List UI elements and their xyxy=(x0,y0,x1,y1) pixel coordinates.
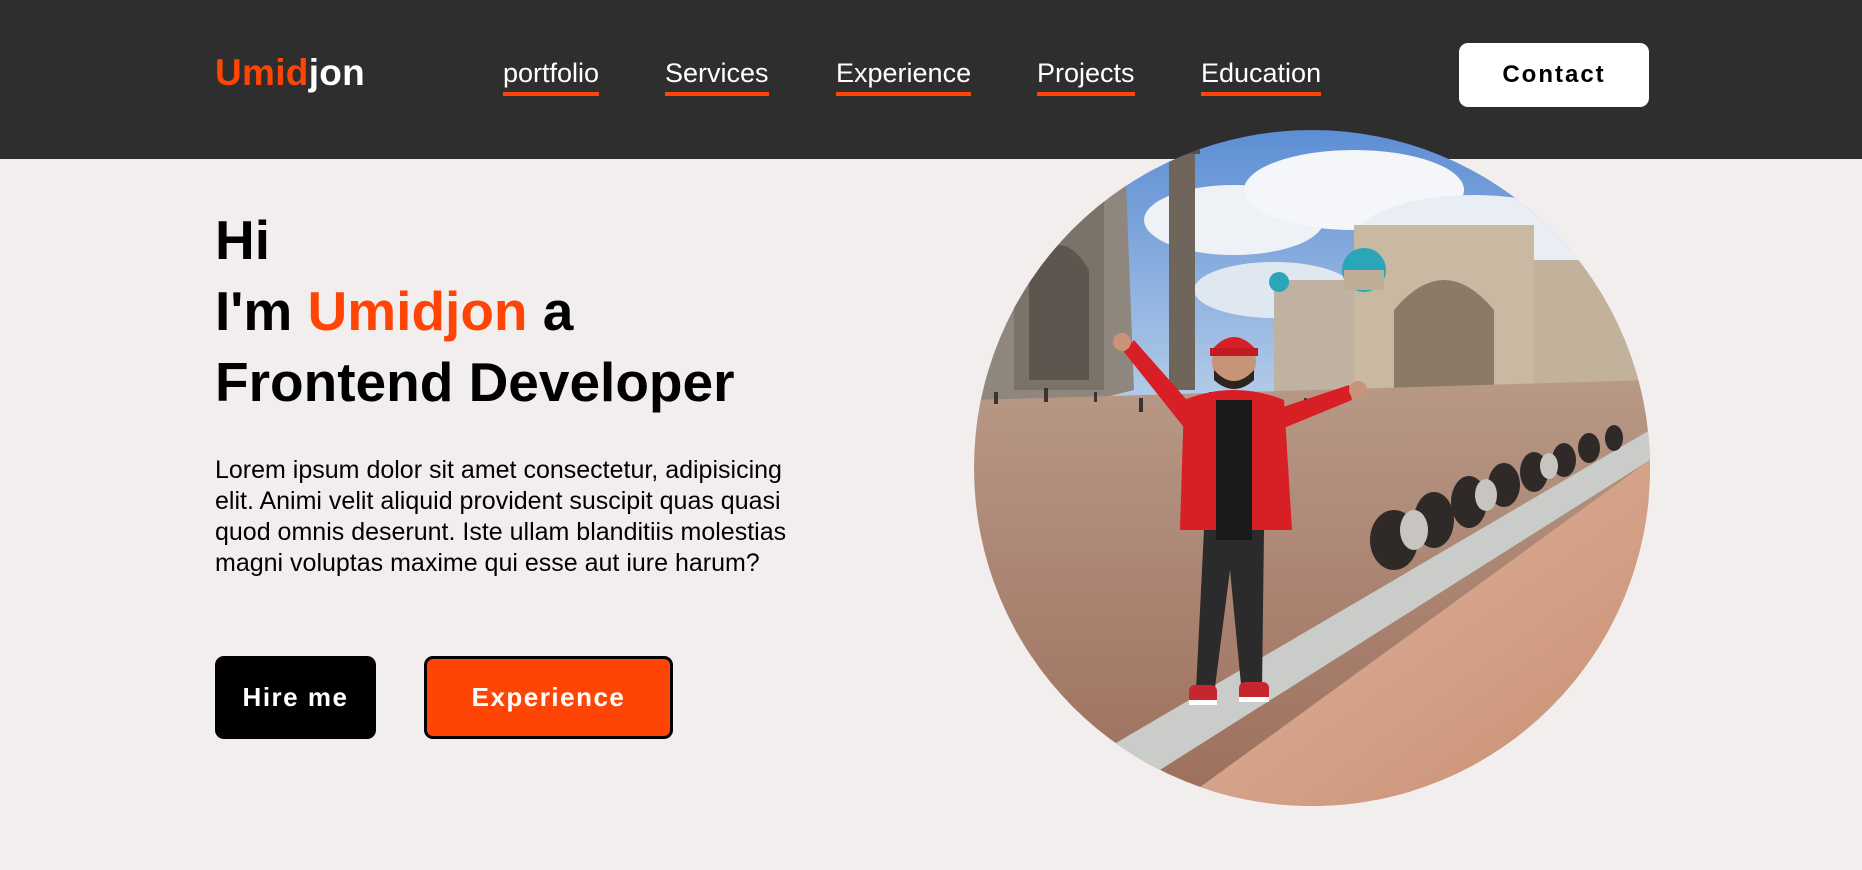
nav-link-services[interactable]: Services xyxy=(665,57,769,96)
hero-greeting: Hi xyxy=(215,209,270,271)
profile-photo xyxy=(974,130,1650,806)
site-header: Umidjon portfolio Services Experience Pr… xyxy=(0,0,1862,159)
hero-intro-suffix: a xyxy=(527,280,574,342)
hero-role: Frontend Developer xyxy=(215,351,735,413)
hero-title: Hi I'm Umidjon a Frontend Developer xyxy=(215,205,735,418)
contact-button[interactable]: Contact xyxy=(1459,43,1649,107)
logo-accent: Umid xyxy=(215,52,309,93)
nav-link-portfolio[interactable]: portfolio xyxy=(503,57,600,96)
nav-link-experience[interactable]: Experience xyxy=(836,57,972,96)
hero-name: Umidjon xyxy=(307,280,528,342)
nav-link-projects[interactable]: Projects xyxy=(1037,57,1135,96)
nav-link-education[interactable]: Education xyxy=(1201,57,1322,96)
logo[interactable]: Umidjon xyxy=(215,52,365,94)
hire-me-button[interactable]: Hire me xyxy=(215,656,376,739)
experience-button[interactable]: Experience xyxy=(424,656,673,739)
hero-description: Lorem ipsum dolor sit amet consectetur, … xyxy=(215,456,787,577)
hero-intro-prefix: I'm xyxy=(215,280,308,342)
logo-rest: jon xyxy=(308,52,366,93)
